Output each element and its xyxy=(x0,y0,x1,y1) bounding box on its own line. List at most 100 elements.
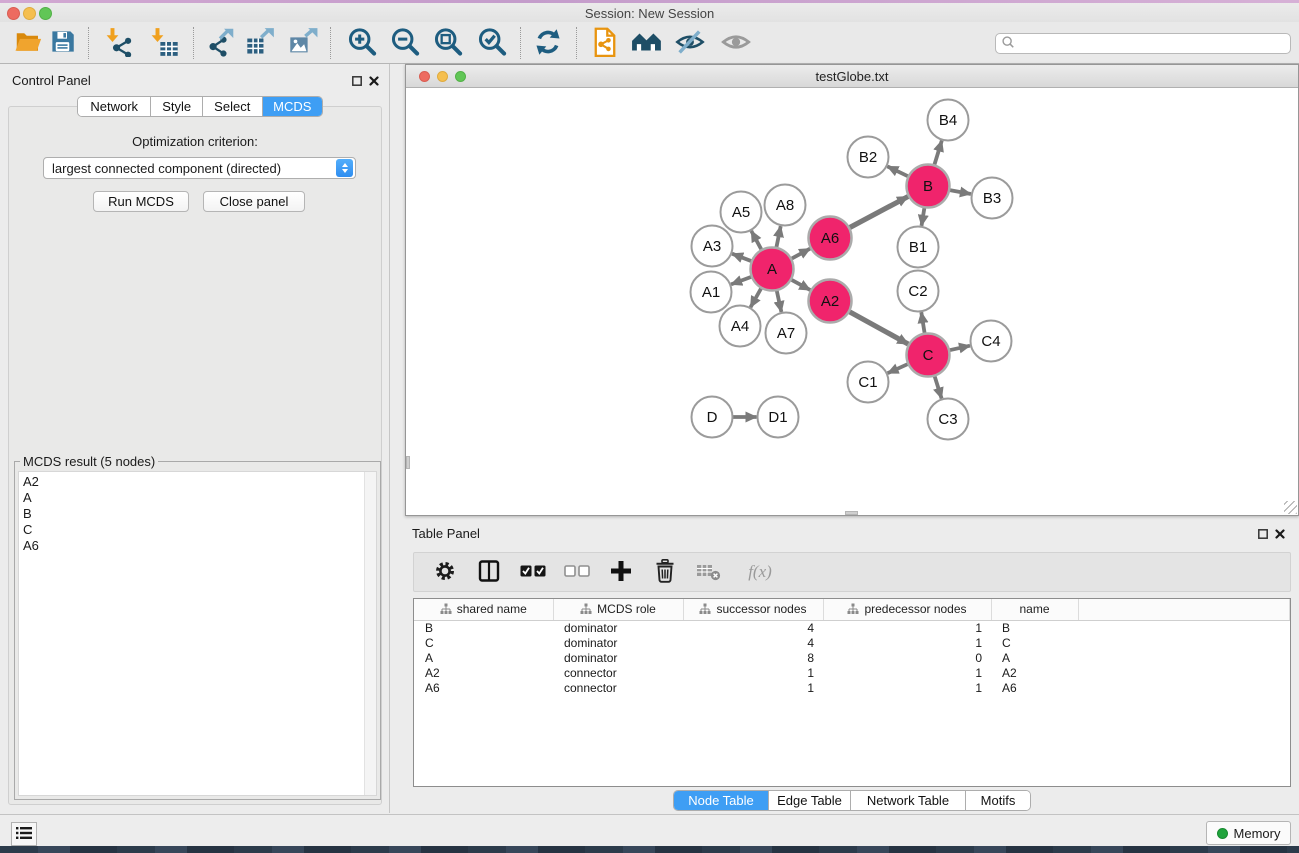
graph-edge-A-A6[interactable] xyxy=(791,249,810,259)
graph-edge-A2-C[interactable] xyxy=(849,311,909,344)
resize-grip-icon[interactable] xyxy=(1284,501,1297,514)
graph-node-B3[interactable]: B3 xyxy=(972,178,1013,219)
graph-node-A3[interactable]: A3 xyxy=(692,226,733,267)
graph-node-B4[interactable]: B4 xyxy=(928,100,969,141)
graph-node-A1[interactable]: A1 xyxy=(691,272,732,313)
show-all-button[interactable] xyxy=(718,25,754,61)
hide-selected-button[interactable] xyxy=(672,25,708,61)
optimization-criterion-select[interactable]: largest connected component (directed) xyxy=(43,157,356,179)
float-panel-icon[interactable] xyxy=(1258,527,1268,542)
zoom-in-button[interactable] xyxy=(344,25,380,61)
graph-node-A7[interactable]: A7 xyxy=(766,313,807,354)
import-table-button[interactable] xyxy=(147,25,183,61)
run-mcds-button[interactable]: Run MCDS xyxy=(93,191,189,212)
tab-network[interactable]: Network xyxy=(78,97,151,116)
delete-row-button[interactable] xyxy=(650,557,680,587)
network-window-titlebar[interactable]: testGlobe.txt xyxy=(406,65,1298,88)
list-item[interactable]: C xyxy=(19,522,376,538)
graph-node-D[interactable]: D xyxy=(692,397,733,438)
graph-node-C3[interactable]: C3 xyxy=(928,399,969,440)
settings-gear-button[interactable] xyxy=(430,557,460,587)
deselect-all-button[interactable] xyxy=(562,557,592,587)
memory-button[interactable]: Memory xyxy=(1206,821,1291,845)
search-field[interactable] xyxy=(995,33,1291,54)
tab-node-table[interactable]: Node Table xyxy=(674,791,769,810)
zoom-selected-button[interactable] xyxy=(474,25,510,61)
select-all-button[interactable] xyxy=(518,557,548,587)
graph-node-C[interactable]: C xyxy=(907,334,950,377)
tab-style[interactable]: Style xyxy=(151,97,203,116)
graph-edge-A-A7[interactable] xyxy=(777,290,782,312)
tab-network-table[interactable]: Network Table xyxy=(851,791,966,810)
node-table[interactable]: shared name MCDS role successor nodes pr… xyxy=(413,598,1291,787)
graph-edge-A-A1[interactable] xyxy=(731,277,752,285)
list-item[interactable]: B xyxy=(19,506,376,522)
graph-edge-B-B3[interactable] xyxy=(949,190,971,194)
float-panel-icon[interactable] xyxy=(352,74,362,89)
new-network-from-selection-button[interactable] xyxy=(587,25,623,61)
task-history-button[interactable] xyxy=(11,822,37,846)
graph-node-A[interactable]: A xyxy=(751,248,794,291)
add-row-button[interactable] xyxy=(606,557,636,587)
graph-edge-A-A4[interactable] xyxy=(751,288,762,308)
tab-select[interactable]: Select xyxy=(203,97,263,116)
list-item[interactable]: A2 xyxy=(19,474,376,490)
column-header-successor-nodes[interactable]: successor nodes xyxy=(683,599,823,620)
graph-edge-C-C2[interactable] xyxy=(921,312,924,334)
import-network-button[interactable] xyxy=(102,25,138,61)
graph-edge-B-B4[interactable] xyxy=(934,141,942,166)
graph-edge-A-A3[interactable] xyxy=(732,254,752,262)
column-header-name[interactable]: name xyxy=(991,599,1078,620)
network-graph[interactable]: AA1A2A3A4A5A6A7A8BB1B2B3B4CC1C2C3C4DD1 xyxy=(406,88,1298,515)
close-panel-icon[interactable] xyxy=(369,74,379,89)
mcds-result-list[interactable]: A2 A B C A6 xyxy=(18,471,377,796)
graph-node-A6[interactable]: A6 xyxy=(809,217,852,260)
table-row[interactable]: A2connector 11 A2 xyxy=(414,665,1290,680)
column-header-predecessor-nodes[interactable]: predecessor nodes xyxy=(823,599,991,620)
refresh-button[interactable] xyxy=(530,25,566,61)
graph-node-A8[interactable]: A8 xyxy=(765,185,806,226)
graph-edge-A-A2[interactable] xyxy=(791,279,811,290)
column-header-mcds-role[interactable]: MCDS role xyxy=(553,599,683,620)
graph-edge-B-B1[interactable] xyxy=(922,207,925,226)
graph-edge-A-A8[interactable] xyxy=(776,226,780,248)
graph-edge-B-B2[interactable] xyxy=(887,166,908,176)
scrollbar-track[interactable] xyxy=(364,472,376,795)
export-image-button[interactable] xyxy=(285,25,321,61)
export-network-button[interactable] xyxy=(202,25,238,61)
graph-node-B2[interactable]: B2 xyxy=(848,137,889,178)
zoom-fit-button[interactable] xyxy=(430,25,466,61)
graph-node-C1[interactable]: C1 xyxy=(848,362,889,403)
horizontal-scroll-thumb[interactable] xyxy=(845,511,858,515)
vertical-scroll-thumb[interactable] xyxy=(406,456,410,469)
graph-edge-A-A5[interactable] xyxy=(751,231,761,250)
zoom-out-button[interactable] xyxy=(387,25,423,61)
graph-edge-A6-B[interactable] xyxy=(849,197,908,228)
graph-edge-C-C3[interactable] xyxy=(934,376,941,399)
table-row[interactable]: Bdominator 41 B xyxy=(414,620,1290,635)
graph-node-A5[interactable]: A5 xyxy=(721,192,762,233)
list-item[interactable]: A6 xyxy=(19,538,376,554)
graph-node-B1[interactable]: B1 xyxy=(898,227,939,268)
tab-motifs[interactable]: Motifs xyxy=(966,791,1030,810)
tab-mcds[interactable]: MCDS xyxy=(263,97,323,116)
delete-table-button[interactable] xyxy=(694,557,724,587)
list-item[interactable]: A xyxy=(19,490,376,506)
close-panel-button[interactable]: Close panel xyxy=(203,191,305,212)
graph-node-C4[interactable]: C4 xyxy=(971,321,1012,362)
export-table-button[interactable] xyxy=(242,25,278,61)
show-column-button[interactable] xyxy=(474,557,504,587)
save-session-button[interactable] xyxy=(44,25,80,61)
graph-node-B[interactable]: B xyxy=(907,165,950,208)
network-canvas[interactable]: AA1A2A3A4A5A6A7A8BB1B2B3B4CC1C2C3C4DD1 xyxy=(406,88,1298,515)
table-row[interactable]: A6connector 11 A6 xyxy=(414,680,1290,695)
table-row[interactable]: Adominator 80 A xyxy=(414,650,1290,665)
function-builder-button[interactable]: f(x) xyxy=(738,557,782,587)
search-input[interactable] xyxy=(1019,37,1290,51)
column-header-shared-name[interactable]: shared name xyxy=(414,599,553,620)
table-row[interactable]: Cdominator 41 C xyxy=(414,635,1290,650)
graph-node-A2[interactable]: A2 xyxy=(809,280,852,323)
close-panel-icon[interactable] xyxy=(1275,527,1285,542)
graph-node-C2[interactable]: C2 xyxy=(898,271,939,312)
graph-node-D1[interactable]: D1 xyxy=(758,397,799,438)
